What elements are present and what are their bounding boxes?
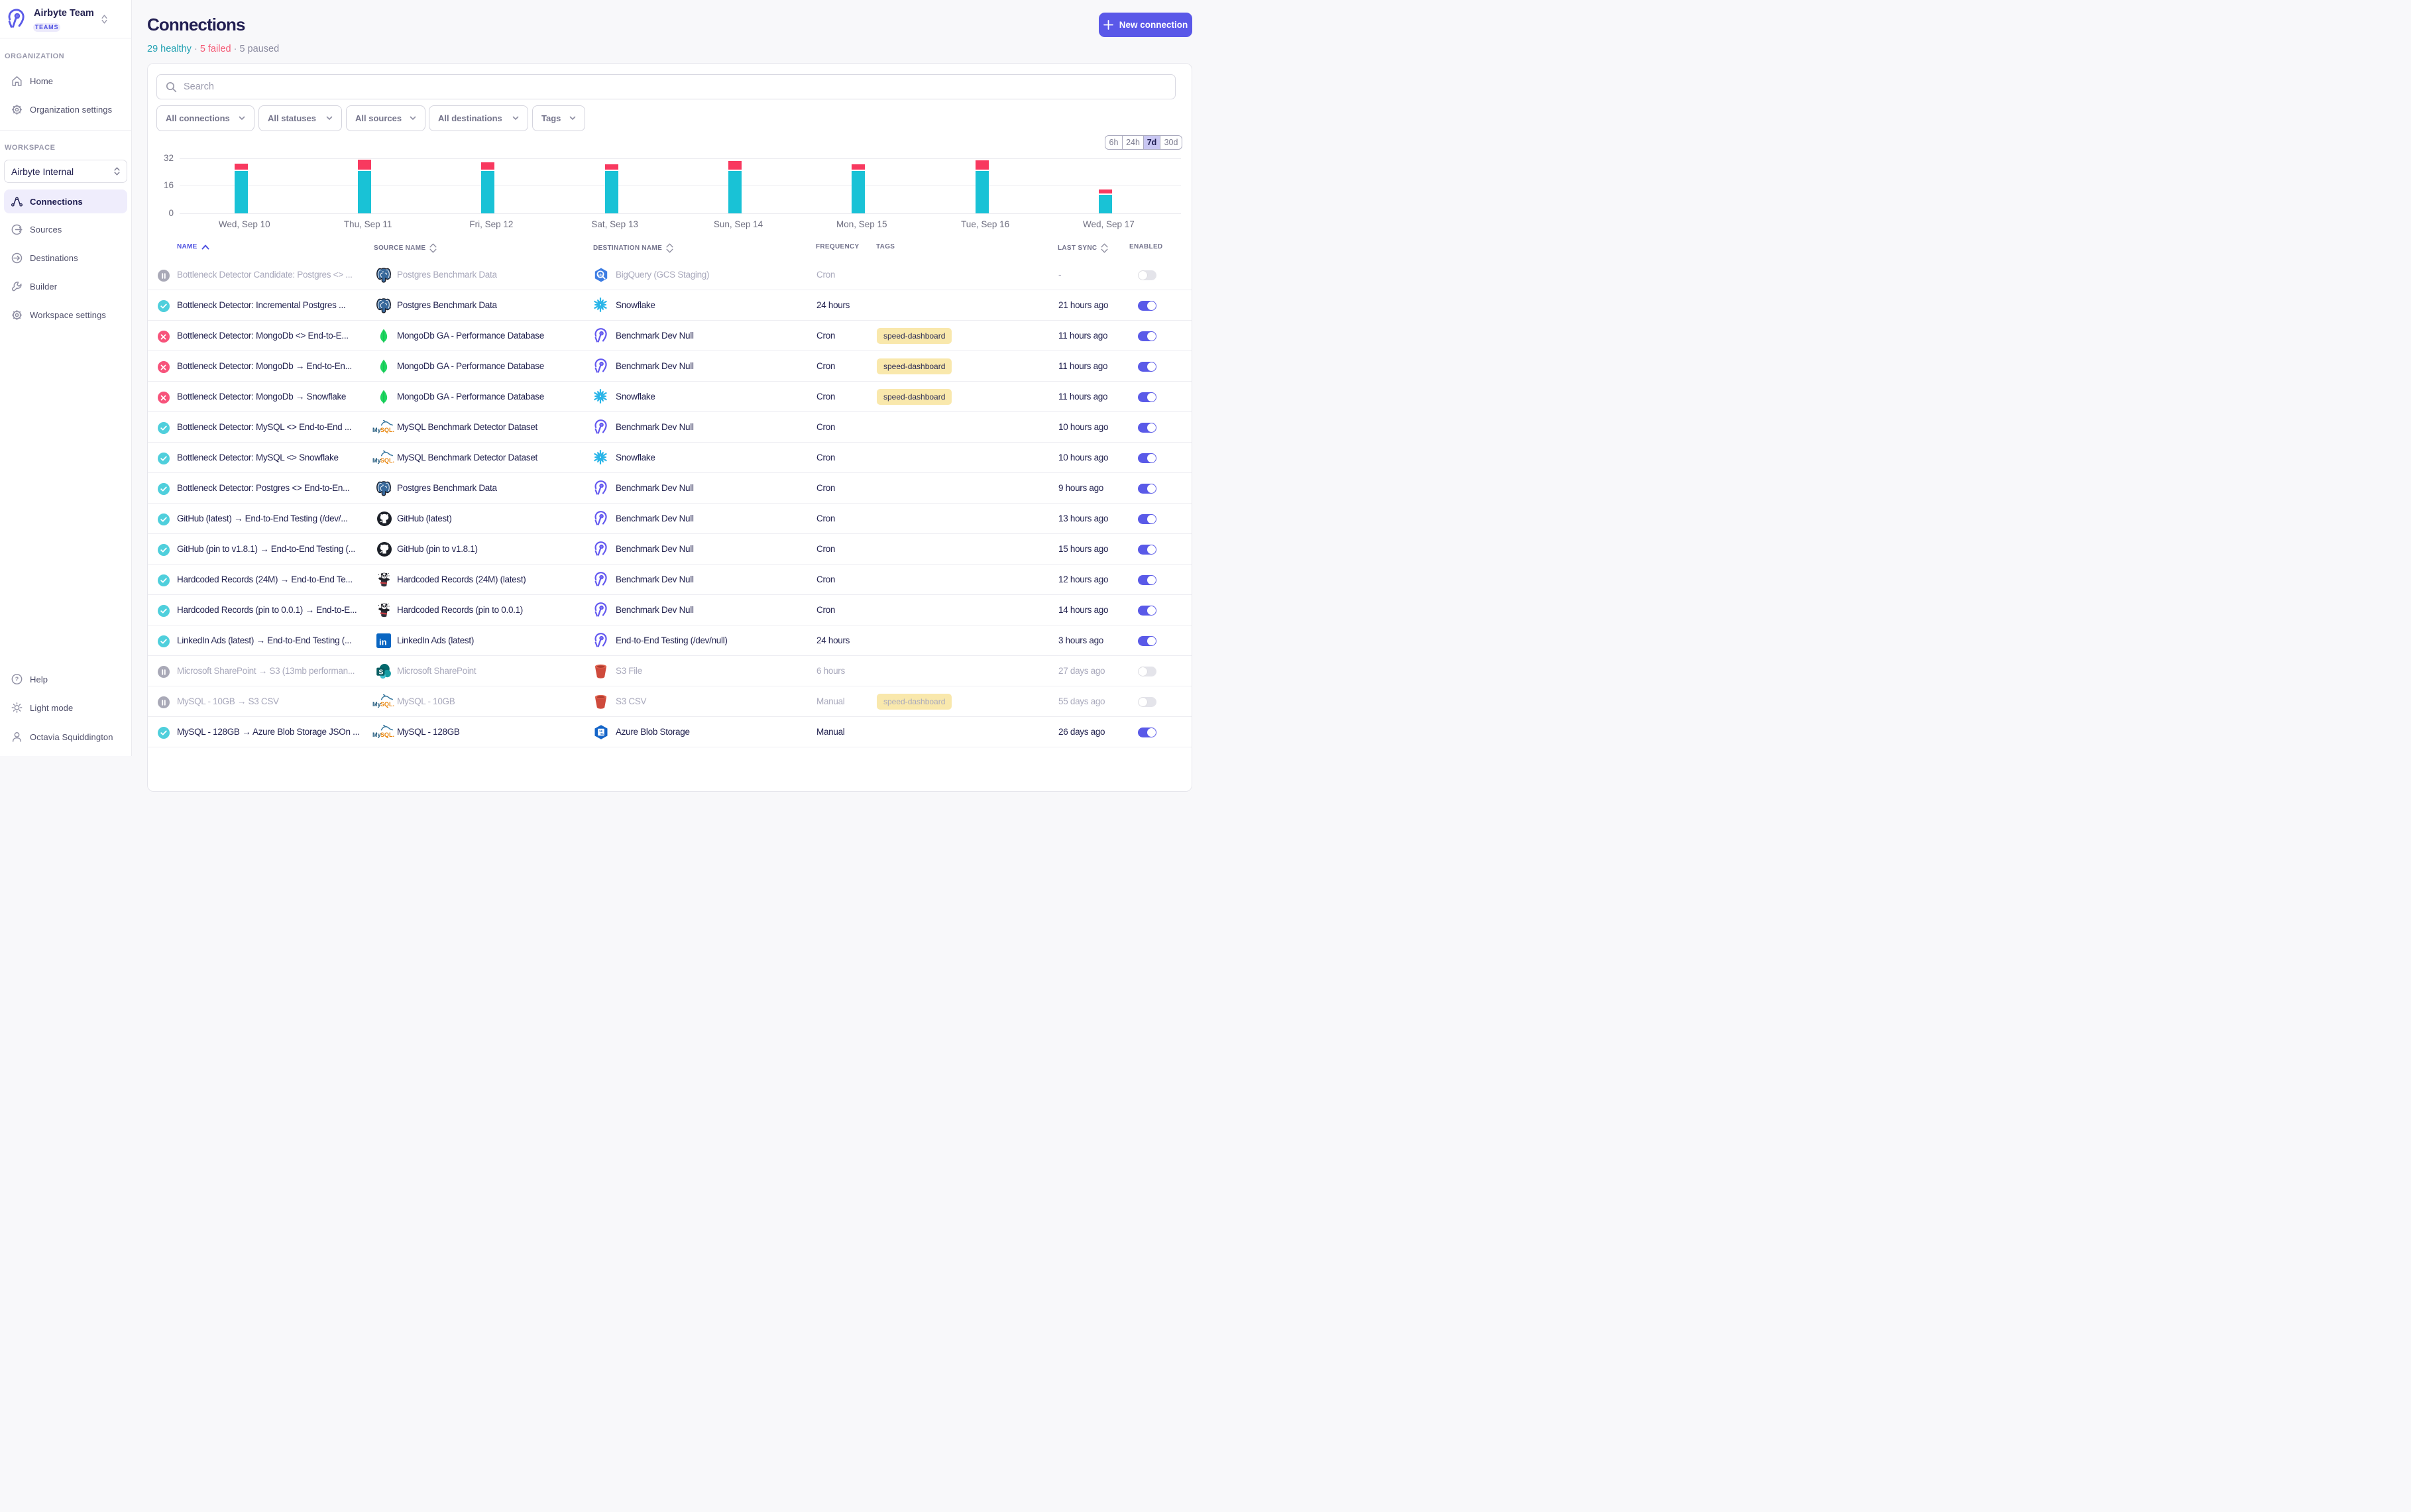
svg-text:My: My (372, 457, 381, 464)
svg-text:My: My (372, 701, 381, 708)
svg-text:SQL.: SQL. (380, 427, 394, 433)
svg-text:SQL.: SQL. (380, 457, 394, 464)
svg-text:My: My (372, 427, 381, 433)
svg-text:in: in (379, 637, 387, 647)
svg-text:My: My (372, 731, 381, 738)
svg-text:S: S (378, 668, 383, 676)
svg-text:?: ? (15, 676, 19, 682)
svg-text:SQL.: SQL. (380, 731, 394, 738)
svg-text:01: 01 (600, 733, 604, 736)
svg-text:SQL.: SQL. (380, 701, 394, 708)
